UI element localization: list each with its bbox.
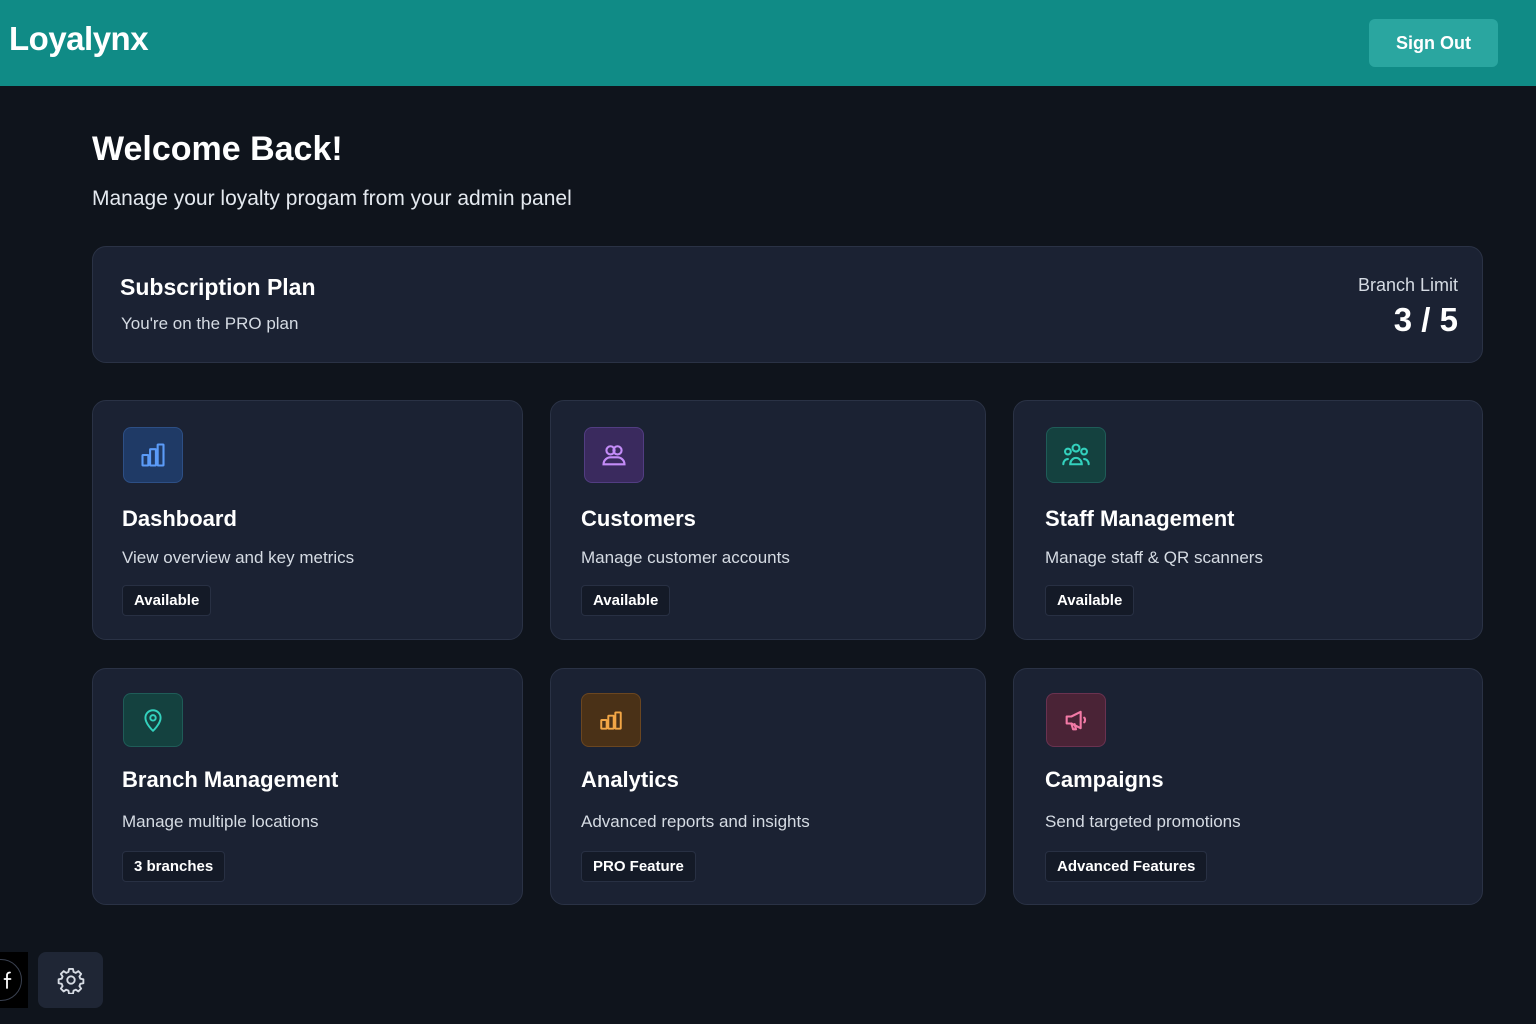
card-description: Manage customer accounts <box>581 548 790 567</box>
card-title: Campaigns <box>1045 767 1164 792</box>
status-badge: Available <box>581 585 671 616</box>
status-badge: Advanced Features <box>1045 851 1208 882</box>
card-title: Dashboard <box>122 506 237 531</box>
sign-out-button[interactable]: Sign Out <box>1369 19 1498 67</box>
analytics-card[interactable]: Analytics Advanced reports and insights … <box>550 668 986 905</box>
gear-icon <box>57 967 84 994</box>
status-badge: Available <box>1045 585 1135 616</box>
team-icon <box>1046 427 1106 483</box>
subscription-description: You're on the PRO plan <box>121 314 299 333</box>
analytics-icon <box>581 693 641 747</box>
card-description: Advanced reports and insights <box>581 812 810 831</box>
subscription-plan-panel: Subscription Plan You're on the PRO plan… <box>92 246 1483 363</box>
users-icon <box>584 427 644 483</box>
subscription-title: Subscription Plan <box>120 274 316 300</box>
top-bar: Loyalynx Sign Out <box>0 0 1536 86</box>
card-title: Branch Management <box>122 767 339 792</box>
branch-limit-label: Branch Limit <box>1357 275 1458 295</box>
megaphone-icon <box>1046 693 1106 747</box>
status-badge: 3 branches <box>122 851 226 882</box>
card-description: View overview and key metrics <box>122 548 355 567</box>
card-title: Customers <box>581 506 696 531</box>
staff-management-card[interactable]: Staff Management Manage staff & QR scann… <box>1013 400 1483 640</box>
card-description: Manage multiple locations <box>122 812 319 831</box>
dashboard-card[interactable]: Dashboard View overview and key metrics … <box>92 400 523 640</box>
bar-chart-icon <box>123 427 183 483</box>
facebook-icon <box>0 959 22 1001</box>
card-title: Analytics <box>581 767 679 792</box>
page-subtitle: Manage your loyalty progam from your adm… <box>92 187 572 210</box>
social-button[interactable] <box>0 952 28 1008</box>
settings-button[interactable] <box>38 952 103 1008</box>
campaigns-card[interactable]: Campaigns Send targeted promotions Advan… <box>1013 668 1483 905</box>
customers-card[interactable]: Customers Manage customer accounts Avail… <box>550 400 986 640</box>
card-title: Staff Management <box>1045 506 1235 531</box>
branch-management-card[interactable]: Branch Management Manage multiple locati… <box>92 668 523 905</box>
map-pin-icon <box>123 693 183 747</box>
status-badge: PRO Feature <box>581 851 696 882</box>
card-description: Send targeted promotions <box>1045 812 1241 831</box>
card-description: Manage staff & QR scanners <box>1045 548 1263 567</box>
status-badge: Available <box>122 585 212 616</box>
branch-limit-value: 3 / 5 <box>1393 301 1458 338</box>
brand-logo[interactable]: Loyalynx <box>9 20 149 58</box>
page-title: Welcome Back! <box>92 130 343 168</box>
